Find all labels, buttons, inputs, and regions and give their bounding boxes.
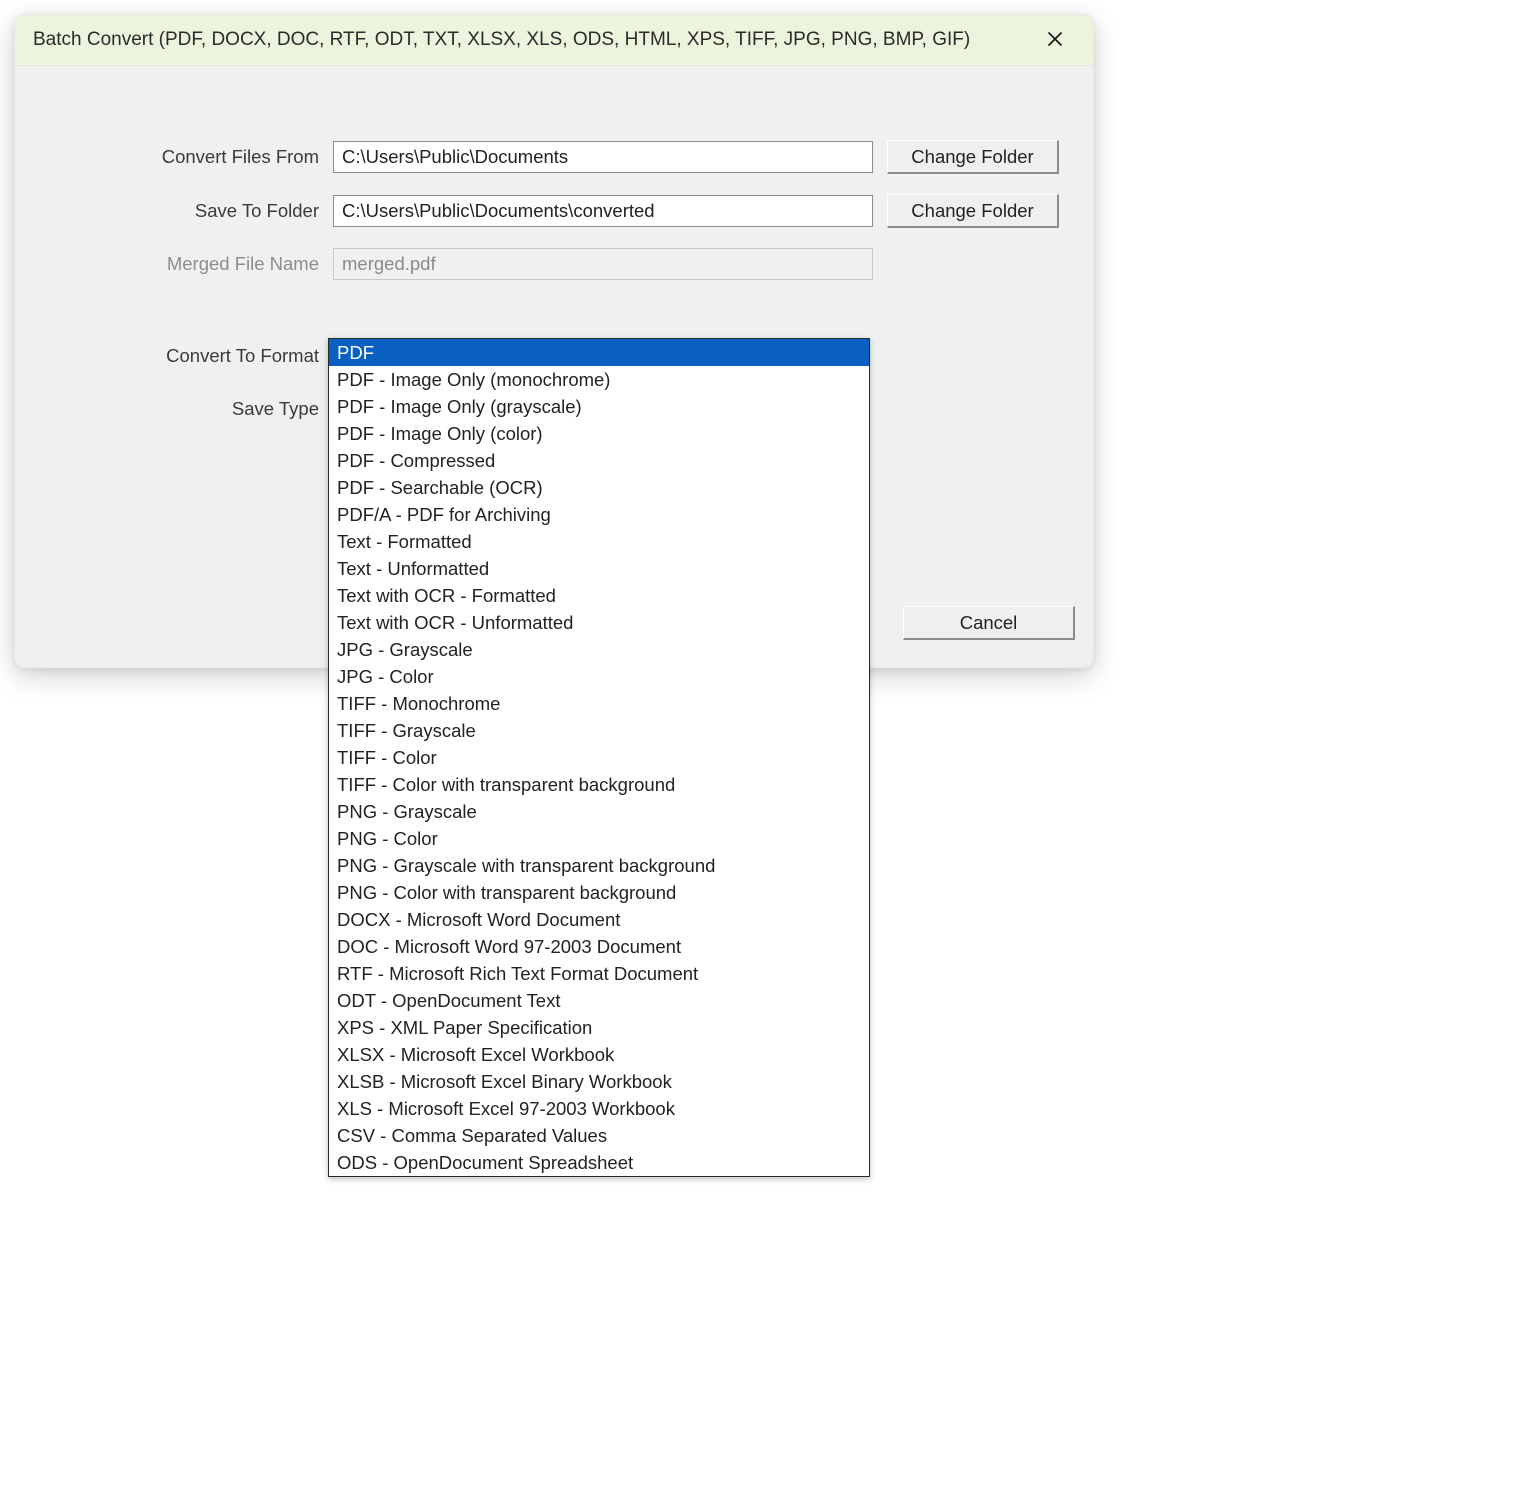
format-option[interactable]: PDF/A - PDF for Archiving	[329, 501, 869, 528]
batch-convert-dialog: Batch Convert (PDF, DOCX, DOC, RTF, ODT,…	[14, 14, 1094, 668]
format-option[interactable]: JPG - Color	[329, 663, 869, 690]
format-option[interactable]: RTF - Microsoft Rich Text Format Documen…	[329, 960, 869, 987]
format-option[interactable]: PDF - Image Only (grayscale)	[329, 393, 869, 420]
format-option[interactable]: XLSB - Microsoft Excel Binary Workbook	[329, 1068, 869, 1095]
merged-file-name-input	[333, 248, 873, 280]
format-option[interactable]: PDF - Compressed	[329, 447, 869, 474]
format-option[interactable]: XPS - XML Paper Specification	[329, 1014, 869, 1041]
convert-from-input[interactable]	[333, 141, 873, 173]
save-to-input[interactable]	[333, 195, 873, 227]
format-option[interactable]: PNG - Color with transparent background	[329, 879, 869, 906]
label-convert-from: Convert Files From	[33, 146, 319, 168]
dialog-title: Batch Convert (PDF, DOCX, DOC, RTF, ODT,…	[33, 29, 1035, 51]
format-option[interactable]: CSV - Comma Separated Values	[329, 1122, 869, 1149]
format-option[interactable]: PNG - Color	[329, 825, 869, 852]
format-option[interactable]: Text with OCR - Unformatted	[329, 609, 869, 636]
format-option[interactable]: TIFF - Monochrome	[329, 690, 869, 717]
format-option[interactable]: Text - Formatted	[329, 528, 869, 555]
cancel-button-wrap: Cancel	[903, 606, 1075, 640]
format-option[interactable]: PNG - Grayscale	[329, 798, 869, 825]
button-label: Cancel	[960, 612, 1018, 634]
stage: Batch Convert (PDF, DOCX, DOC, RTF, ODT,…	[0, 0, 1520, 1487]
format-option[interactable]: JPG - Grayscale	[329, 636, 869, 663]
button-label: Change Folder	[911, 146, 1033, 168]
format-option[interactable]: ODT - OpenDocument Text	[329, 987, 869, 1014]
format-option[interactable]: TIFF - Color	[329, 744, 869, 771]
titlebar: Batch Convert (PDF, DOCX, DOC, RTF, ODT,…	[15, 15, 1093, 66]
change-folder-to-button[interactable]: Change Folder	[887, 194, 1059, 228]
format-option[interactable]: XLS - Microsoft Excel 97-2003 Workbook	[329, 1095, 869, 1122]
button-label: Change Folder	[911, 200, 1033, 222]
format-option[interactable]: PNG - Grayscale with transparent backgro…	[329, 852, 869, 879]
cancel-button[interactable]: Cancel	[903, 606, 1075, 640]
format-option[interactable]: ODS - OpenDocument Spreadsheet	[329, 1149, 869, 1176]
format-option[interactable]: DOC - Microsoft Word 97-2003 Document	[329, 933, 869, 960]
format-option[interactable]: PDF - Image Only (color)	[329, 420, 869, 447]
format-option[interactable]: PDF	[329, 339, 869, 366]
label-save-type: Save Type	[33, 392, 319, 420]
label-convert-format: Convert To Format	[33, 345, 319, 367]
label-merged-name: Merged File Name	[33, 253, 319, 275]
format-option[interactable]: Text with OCR - Formatted	[329, 582, 869, 609]
format-option[interactable]: PDF - Image Only (monochrome)	[329, 366, 869, 393]
label-save-to: Save To Folder	[33, 200, 319, 222]
format-option[interactable]: XLSX - Microsoft Excel Workbook	[329, 1041, 869, 1068]
convert-to-format-dropdown[interactable]: PDFPDF - Image Only (monochrome)PDF - Im…	[328, 338, 870, 1177]
format-option[interactable]: Text - Unformatted	[329, 555, 869, 582]
format-option[interactable]: PDF - Searchable (OCR)	[329, 474, 869, 501]
format-option[interactable]: TIFF - Color with transparent background	[329, 771, 869, 798]
format-option[interactable]: TIFF - Grayscale	[329, 717, 869, 744]
format-option[interactable]: DOCX - Microsoft Word Document	[329, 906, 869, 933]
dialog-body: Convert Files From Change Folder Save To…	[15, 66, 1093, 667]
close-button[interactable]	[1035, 20, 1075, 60]
change-folder-from-button[interactable]: Change Folder	[887, 140, 1059, 174]
close-icon	[1048, 29, 1062, 52]
